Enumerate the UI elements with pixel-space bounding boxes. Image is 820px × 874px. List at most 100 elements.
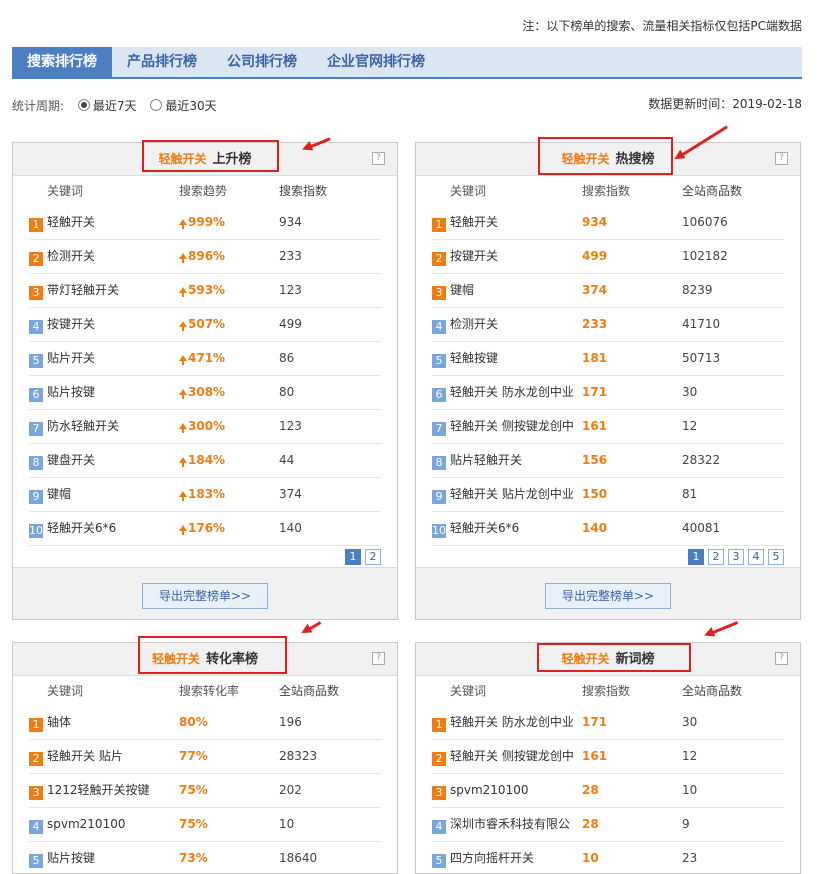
keyword-link[interactable]: 轻触开关 侧按键龙创中 [450, 419, 574, 433]
secondary-value: 499 [279, 317, 302, 331]
secondary-value: 10 [279, 817, 295, 831]
metric-value: 934 [582, 206, 607, 239]
keyword-link[interactable]: 检测开关 [47, 249, 95, 263]
option-7days[interactable]: 最近7天 [93, 99, 137, 113]
up-arrow-icon [179, 321, 187, 331]
keyword-cell: 8 键盘开关 [29, 444, 95, 477]
rank-badge: 8 [432, 456, 446, 470]
keyword-link[interactable]: 轻触开关 防水龙创中业 [450, 715, 574, 729]
keyword-cell: 2 轻触开关 贴片 [29, 740, 123, 773]
keyword-link[interactable]: 轻触按键 [450, 351, 498, 365]
export-button[interactable]: 导出完整榜单>> [545, 583, 671, 609]
help-icon[interactable]: ? [775, 152, 788, 165]
secondary-value: 44 [279, 453, 295, 467]
metric-text: 161 [582, 419, 608, 433]
keyword-link[interactable]: 轻触开关 防水龙创中业 [450, 385, 574, 399]
highlight-box [138, 636, 287, 674]
help-icon[interactable]: ? [372, 652, 385, 665]
arrow-icon [707, 621, 739, 636]
rank-badge: 8 [29, 456, 43, 470]
table-row: 5 轻触按键 181 50713 [432, 342, 784, 376]
table-row: 1 轻触开关 防水龙创中业 171 30 [432, 706, 784, 740]
keyword-link[interactable]: 按键开关 [47, 317, 95, 331]
keyword-link[interactable]: 检测开关 [450, 317, 498, 331]
metric-value: 156 [582, 444, 607, 477]
keyword-cell: 2 轻触开关 侧按键龙创中 [432, 740, 574, 773]
keyword-link[interactable]: 1212轻触开关按键 [47, 783, 150, 797]
keyword-link[interactable]: 轻触开关 [450, 215, 498, 229]
keyword-link[interactable]: 贴片开关 [47, 351, 95, 365]
secondary-value: 374 [279, 487, 302, 501]
keyword-link[interactable]: 深圳市睿禾科技有限公 [450, 817, 570, 831]
keyword-link[interactable]: 四方向摇杆开关 [450, 851, 534, 865]
keyword-cell: 9 轻触开关 贴片龙创中业 [432, 478, 574, 511]
page-button[interactable]: 1 [345, 549, 361, 565]
help-icon[interactable]: ? [372, 152, 385, 165]
keyword-link[interactable]: 轻触开关 [47, 215, 95, 229]
up-arrow-icon [179, 287, 187, 297]
arrow-icon [304, 621, 322, 633]
keyword-link[interactable]: 键帽 [450, 283, 474, 297]
page-button[interactable]: 1 [688, 549, 704, 565]
keyword-link[interactable]: 键盘开关 [47, 453, 95, 467]
keyword-link[interactable]: 轴体 [47, 715, 71, 729]
page-button[interactable]: 4 [748, 549, 764, 565]
page-button[interactable]: 3 [728, 549, 744, 565]
keyword-link[interactable]: 轻触开关 贴片龙创中业 [450, 487, 574, 501]
highlight-box [537, 643, 691, 672]
keyword-link[interactable]: 轻触开关6*6 [47, 521, 116, 535]
tab-website-ranking[interactable]: 企业官网排行榜 [312, 47, 440, 77]
up-arrow-icon [179, 423, 187, 433]
table-row: 10 轻触开关6*6 140 40081 [432, 512, 784, 546]
keyword-link[interactable]: spvm210100 [450, 783, 528, 797]
page-button[interactable]: 5 [768, 549, 784, 565]
tab-product-ranking[interactable]: 产品排行榜 [112, 47, 212, 77]
table-row: 4 检测开关 233 41710 [432, 308, 784, 342]
update-time: 数据更新时间：2019-02-18 [648, 97, 802, 111]
keyword-link[interactable]: 防水轻触开关 [47, 419, 119, 433]
radio-7days[interactable] [77, 99, 90, 111]
up-arrow-icon [179, 491, 187, 501]
keyword-link[interactable]: 贴片按键 [47, 851, 95, 865]
table-row: 4 按键开关 507% 499 [29, 308, 381, 342]
metric-text: 28 [582, 783, 599, 797]
rank-badge: 7 [29, 422, 43, 436]
keyword-link[interactable]: 轻触开关 贴片 [47, 749, 123, 763]
keyword-link[interactable]: 轻触开关6*6 [450, 521, 519, 535]
tab-company-ranking[interactable]: 公司排行榜 [212, 47, 312, 77]
up-arrow-icon [179, 253, 187, 263]
secondary-value: 123 [279, 419, 302, 433]
keyword-link[interactable]: spvm210100 [47, 817, 125, 831]
help-icon[interactable]: ? [775, 652, 788, 665]
keyword-link[interactable]: 按键开关 [450, 249, 498, 263]
rank-badge: 6 [29, 388, 43, 402]
page-button[interactable]: 2 [365, 549, 381, 565]
metric-value: 73% [179, 842, 208, 873]
highlight-box [538, 137, 673, 175]
keyword-link[interactable]: 带灯轻触开关 [47, 283, 119, 297]
radio-30days[interactable] [150, 99, 163, 111]
up-arrow-icon [179, 219, 187, 229]
tab-search-ranking[interactable]: 搜索排行榜 [12, 47, 112, 77]
metric-value: 507% [179, 308, 225, 341]
metric-text: 28 [582, 817, 599, 831]
page-button[interactable]: 2 [708, 549, 724, 565]
keyword-link[interactable]: 贴片轻触开关 [450, 453, 522, 467]
col-keyword: 关键词 [47, 684, 84, 698]
export-button[interactable]: 导出完整榜单>> [142, 583, 268, 609]
keyword-link[interactable]: 轻触开关 侧按键龙创中 [450, 749, 574, 763]
table-row: 5 贴片开关 471% 86 [29, 342, 381, 376]
metric-value: 10 [582, 842, 599, 873]
up-arrow-icon [179, 525, 187, 535]
col-keyword: 关键词 [47, 184, 84, 198]
metric-value: 184% [179, 444, 225, 477]
period-label: 统计周期: [12, 99, 65, 113]
keyword-cell: 8 贴片轻触开关 [432, 444, 522, 477]
keyword-link[interactable]: 键帽 [47, 487, 71, 501]
metric-value: 183% [179, 478, 225, 511]
keyword-link[interactable]: 贴片按键 [47, 385, 95, 399]
metric-text: 73% [179, 851, 208, 865]
metric-value: 80% [179, 706, 208, 739]
metric-text: 471% [188, 351, 226, 365]
option-30days[interactable]: 最近30天 [165, 99, 216, 113]
